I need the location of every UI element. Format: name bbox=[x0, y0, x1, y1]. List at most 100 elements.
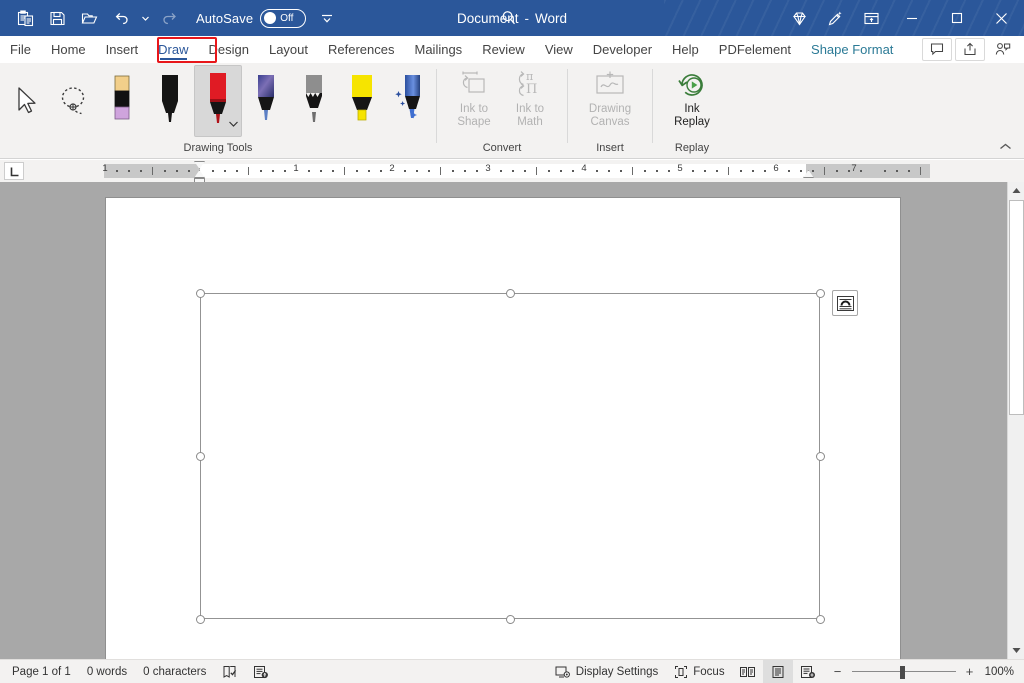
tab-draw[interactable]: Draw bbox=[148, 36, 198, 63]
tab-developer[interactable]: Developer bbox=[583, 36, 662, 63]
tab-help[interactable]: Help bbox=[662, 36, 709, 63]
undo-icon[interactable] bbox=[106, 5, 136, 31]
display-settings-button[interactable]: Display Settings bbox=[547, 660, 666, 683]
shape-handle-middle-right[interactable] bbox=[815, 451, 825, 461]
ink-to-shape-button: Ink to Shape bbox=[446, 65, 502, 139]
ribbon-group-replay: Ink Replay Replay bbox=[653, 63, 731, 159]
collapse-ribbon-chevron-up-icon[interactable] bbox=[992, 136, 1018, 156]
proofing-status-icon[interactable] bbox=[214, 660, 245, 683]
read-mode-view-button[interactable] bbox=[733, 660, 763, 683]
ink-to-shape-line1: Ink to bbox=[459, 103, 489, 115]
layout-options-button[interactable] bbox=[832, 290, 858, 316]
selected-rectangle-shape[interactable] bbox=[200, 293, 820, 619]
search-icon[interactable] bbox=[496, 6, 522, 30]
ruler-tick bbox=[848, 170, 850, 172]
tab-review[interactable]: Review bbox=[472, 36, 535, 63]
page-indicator[interactable]: Page 1 of 1 bbox=[0, 660, 79, 683]
pen-sparkle-icon[interactable] bbox=[817, 3, 853, 33]
select-tool[interactable] bbox=[2, 65, 50, 137]
ribbon-group-label-convert: Convert bbox=[482, 142, 522, 154]
pen-galaxy-tool[interactable] bbox=[242, 65, 290, 137]
zoom-level-label[interactable]: 100% bbox=[985, 666, 1024, 678]
shape-handle-top-center[interactable] bbox=[505, 288, 515, 298]
scroll-up-arrow-icon[interactable] bbox=[1008, 182, 1024, 199]
print-layout-view-button[interactable] bbox=[762, 659, 793, 683]
ribbon-display-icon[interactable] bbox=[853, 3, 889, 33]
zoom-slider[interactable] bbox=[851, 665, 956, 679]
action-pen-tool[interactable] bbox=[386, 65, 434, 137]
ruler-tick bbox=[656, 170, 658, 172]
title-separator: - bbox=[524, 10, 530, 26]
ribbon-group-label-drawing-tools: Drawing Tools bbox=[183, 142, 253, 154]
zoom-slider-knob[interactable] bbox=[899, 665, 905, 679]
pen-red-chevron-down-icon[interactable] bbox=[228, 115, 239, 133]
autosave-control[interactable]: AutoSave Off bbox=[196, 8, 307, 28]
character-count[interactable]: 0 characters bbox=[135, 660, 214, 683]
ribbon-group-insert: Drawing Canvas Insert bbox=[568, 63, 652, 159]
collaborate-button[interactable] bbox=[988, 37, 1018, 61]
document-page[interactable] bbox=[106, 198, 900, 659]
tab-references[interactable]: References bbox=[318, 36, 404, 63]
pencil-tool[interactable] bbox=[290, 65, 338, 137]
share-button[interactable] bbox=[955, 37, 985, 61]
ruler-number: 4 bbox=[581, 163, 587, 174]
scroll-down-arrow-icon[interactable] bbox=[1008, 642, 1024, 659]
shape-handle-bottom-left[interactable] bbox=[195, 614, 205, 624]
shape-handle-top-right[interactable] bbox=[815, 288, 825, 298]
autosave-toggle[interactable]: Off bbox=[260, 8, 307, 28]
diamond-icon[interactable] bbox=[781, 3, 817, 33]
tab-layout[interactable]: Layout bbox=[259, 36, 318, 63]
tab-shape-format[interactable]: Shape Format bbox=[801, 36, 903, 63]
zoom-out-button[interactable]: − bbox=[831, 664, 845, 679]
ruler-tick bbox=[356, 170, 358, 172]
tab-stop-selector[interactable] bbox=[4, 162, 24, 180]
app-name: Word bbox=[535, 10, 568, 26]
ruler-number: 6 bbox=[773, 163, 779, 174]
comments-button[interactable] bbox=[922, 37, 952, 61]
pen-red-tool[interactable] bbox=[194, 65, 242, 137]
status-bar: Page 1 of 1 0 words 0 characters Display… bbox=[0, 659, 1024, 683]
web-layout-view-button[interactable] bbox=[793, 660, 823, 683]
ruler-number: 1 bbox=[102, 163, 108, 174]
ruler-number: 7 bbox=[851, 163, 857, 174]
lasso-select-tool[interactable] bbox=[50, 65, 98, 137]
tab-pdfelement[interactable]: PDFelement bbox=[709, 36, 801, 63]
close-button[interactable] bbox=[979, 0, 1024, 36]
paste-icon[interactable] bbox=[10, 5, 40, 31]
eraser-tool[interactable] bbox=[98, 65, 146, 137]
ribbon-group-label-insert: Insert bbox=[596, 142, 624, 154]
open-icon[interactable] bbox=[74, 5, 104, 31]
ruler-tick bbox=[152, 167, 153, 175]
shape-handle-middle-left[interactable] bbox=[195, 451, 205, 461]
vertical-scroll-thumb[interactable] bbox=[1009, 200, 1024, 415]
word-count[interactable]: 0 words bbox=[79, 660, 135, 683]
maximize-button[interactable] bbox=[934, 0, 979, 36]
customize-quick-access-toolbar-icon[interactable] bbox=[320, 11, 334, 25]
undo-dropdown-chevron-down-icon[interactable] bbox=[138, 5, 152, 31]
ruler-tick bbox=[524, 170, 526, 172]
ruler-tick bbox=[620, 170, 622, 172]
save-icon[interactable] bbox=[42, 5, 72, 31]
tab-mailings[interactable]: Mailings bbox=[405, 36, 473, 63]
highlighter-yellow-tool[interactable] bbox=[338, 65, 386, 137]
zoom-in-button[interactable]: + bbox=[963, 664, 977, 679]
minimize-button[interactable] bbox=[889, 0, 934, 36]
ruler-tick bbox=[608, 170, 610, 172]
ruler-tick bbox=[560, 170, 562, 172]
accessibility-status-icon[interactable] bbox=[245, 660, 277, 683]
ink-replay-button[interactable]: Ink Replay bbox=[660, 65, 724, 139]
redo-icon bbox=[154, 5, 184, 31]
tab-view[interactable]: View bbox=[535, 36, 583, 63]
tab-file[interactable]: File bbox=[0, 36, 41, 63]
ruler-tick bbox=[128, 170, 130, 172]
tab-design[interactable]: Design bbox=[199, 36, 259, 63]
shape-handle-top-left[interactable] bbox=[195, 288, 205, 298]
shape-handle-bottom-right[interactable] bbox=[815, 614, 825, 624]
shape-handle-bottom-center[interactable] bbox=[505, 614, 515, 624]
focus-button[interactable]: Focus bbox=[666, 660, 732, 683]
vertical-scrollbar[interactable] bbox=[1007, 182, 1024, 659]
pen-black-tool[interactable] bbox=[146, 65, 194, 137]
tab-insert[interactable]: Insert bbox=[96, 36, 149, 63]
ruler-tick bbox=[548, 170, 550, 172]
tab-home[interactable]: Home bbox=[41, 36, 96, 63]
